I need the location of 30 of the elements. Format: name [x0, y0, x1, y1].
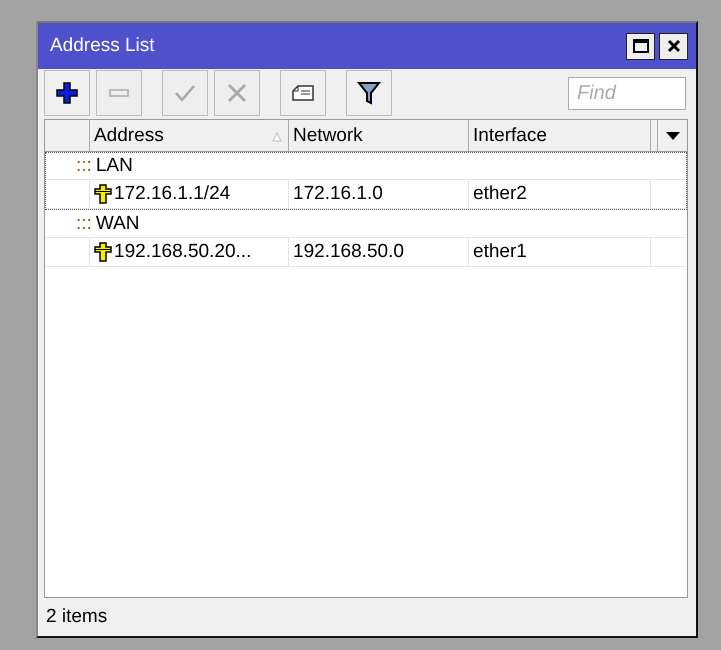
- table-cell: 172.16.1.1/24: [114, 183, 230, 205]
- comment-text: WAN: [96, 213, 140, 235]
- maximize-icon: [632, 39, 648, 53]
- column-header[interactable]: Network: [289, 120, 469, 151]
- filter-button[interactable]: [346, 70, 392, 116]
- maximize-button[interactable]: [626, 32, 655, 60]
- comment-marker: :::: [76, 213, 92, 235]
- close-icon: [666, 39, 680, 53]
- table-cell: ether1: [473, 241, 527, 263]
- table-cell: 172.16.1.0: [293, 183, 383, 205]
- comment-button[interactable]: [280, 70, 326, 116]
- find-field[interactable]: Find: [568, 76, 686, 110]
- dropdown-arrow-icon: [664, 130, 680, 140]
- column-header[interactable]: Interface: [469, 120, 651, 151]
- comment-marker: :::: [76, 155, 92, 177]
- plus-icon: [54, 80, 80, 106]
- window-title: Address List: [50, 35, 155, 57]
- table-cell: 192.168.50.20...: [114, 241, 252, 263]
- address-icon: [94, 184, 112, 204]
- address-icon: [94, 242, 112, 262]
- table-cell: 192.168.50.0: [293, 241, 404, 263]
- close-button[interactable]: [659, 32, 688, 60]
- funnel-icon: [356, 80, 382, 106]
- table-cell: ether2: [473, 183, 527, 205]
- add-button[interactable]: [44, 70, 90, 116]
- comment-text: LAN: [96, 155, 133, 177]
- column-header[interactable]: Address: [90, 120, 289, 151]
- status-text: 2 items: [46, 606, 108, 628]
- comment-row[interactable]: ::: LAN: [46, 153, 686, 180]
- comment-row[interactable]: ::: WAN: [46, 211, 686, 238]
